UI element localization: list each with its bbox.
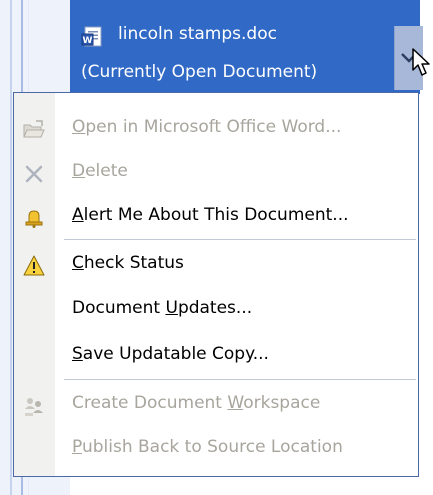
word-document-icon: W xyxy=(81,26,103,48)
open-folder-icon xyxy=(22,118,46,142)
menu-item-alert-me[interactable]: Alert Me About This Document... xyxy=(14,194,418,238)
bell-icon xyxy=(22,206,46,230)
menu-separator xyxy=(64,379,416,380)
document-context-menu: Open in Microsoft Office Word... Delete … xyxy=(13,92,419,477)
document-status-text: (Currently Open Document) xyxy=(81,62,318,82)
menu-item-create-workspace[interactable]: Create Document Workspace xyxy=(14,382,418,426)
workspace-people-icon xyxy=(22,394,46,418)
document-file-name: lincoln stamps.doc xyxy=(118,24,277,44)
menu-item-open-in-word[interactable]: Open in Microsoft Office Word... xyxy=(14,106,418,150)
menu-separator xyxy=(64,239,416,240)
menu-item-publish-back[interactable]: Publish Back to Source Location xyxy=(14,426,418,470)
warning-icon xyxy=(22,254,46,278)
pane-border-line xyxy=(10,0,12,495)
svg-text:W: W xyxy=(83,36,93,46)
menu-item-save-updatable-copy[interactable]: Save Updatable Copy... xyxy=(14,333,418,377)
menu-item-document-updates[interactable]: Document Updates... xyxy=(14,287,418,331)
menu-item-delete[interactable]: Delete xyxy=(14,150,418,194)
delete-x-icon xyxy=(22,162,46,186)
mouse-cursor-icon xyxy=(412,48,430,76)
menu-item-check-status[interactable]: Check Status xyxy=(14,242,418,286)
document-list-item-selected[interactable]: W lincoln stamps.doc (Currently Open Doc… xyxy=(70,0,430,94)
